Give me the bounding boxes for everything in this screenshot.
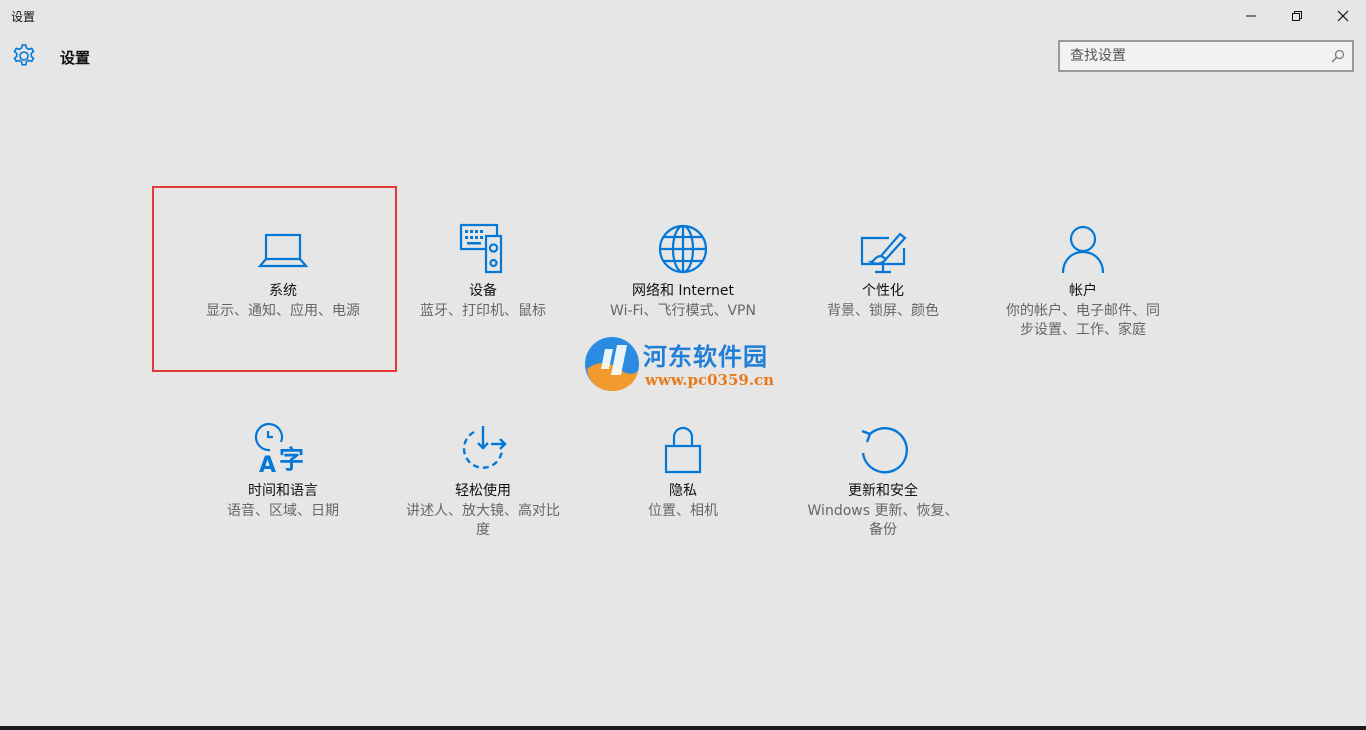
gear-icon [13, 44, 35, 66]
restore-icon [1292, 11, 1302, 21]
minimize-icon [1246, 15, 1256, 17]
tile-network[interactable]: 网络和 Internet Wi-Fi、飞行模式、VPN [583, 222, 783, 321]
devices-icon [459, 223, 503, 274]
search-box[interactable] [1058, 40, 1354, 72]
tile-name: 设备 [469, 283, 497, 299]
time-language-icon: A 字 [254, 422, 304, 478]
tile-personalization[interactable]: 个性化 背景、锁屏、颜色 [783, 222, 983, 321]
close-button[interactable] [1320, 0, 1366, 32]
personalize-icon [860, 232, 907, 274]
close-icon [1337, 10, 1349, 22]
tile-description: 位置、相机 [648, 503, 718, 519]
tile-name: 网络和 Internet [631, 283, 735, 299]
laptop-icon [257, 233, 309, 268]
tile-name: 更新和安全 [848, 483, 918, 499]
tile-description: Windows 更新、恢复、备份 [807, 503, 959, 538]
title-bar: 设置 [0, 0, 1366, 32]
search-input[interactable] [1060, 42, 1330, 70]
minimize-button[interactable] [1228, 0, 1274, 32]
tile-ease-of-access[interactable]: 轻松使用 讲述人、放大镜、高对比度 [383, 422, 583, 540]
watermark-logo-icon [585, 337, 639, 391]
tile-name: 时间和语言 [248, 483, 318, 499]
update-icon [861, 427, 909, 474]
tile-update-security[interactable]: 更新和安全 Windows 更新、恢复、备份 [783, 422, 983, 540]
tile-description: 你的帐户、电子邮件、同步设置、工作、家庭 [1006, 303, 1160, 338]
watermark-brand: 河东软件园 [643, 342, 768, 371]
account-icon [1061, 225, 1105, 274]
tile-accounts[interactable]: 帐户 你的帐户、电子邮件、同步设置、工作、家庭 [983, 222, 1183, 340]
lock-icon [664, 426, 702, 474]
tile-name: 轻松使用 [455, 483, 511, 499]
tile-time-language[interactable]: A 字 时间和语言 语音、区域、日期 [183, 422, 383, 521]
svg-text:字: 字 [279, 445, 304, 474]
tile-name: 个性化 [862, 283, 904, 299]
page-title: 设置 [60, 49, 91, 67]
window-title: 设置 [11, 10, 36, 24]
tile-system[interactable]: 系统 显示、通知、应用、电源 [183, 222, 383, 321]
tile-description: 显示、通知、应用、电源 [206, 303, 360, 319]
tile-description: Wi-Fi、飞行模式、VPN [610, 303, 756, 319]
tile-devices[interactable]: 设备 蓝牙、打印机、鼠标 [383, 222, 583, 321]
tile-description: 语音、区域、日期 [227, 503, 339, 519]
tile-description: 讲述人、放大镜、高对比度 [406, 503, 560, 538]
tile-name: 隐私 [669, 483, 697, 499]
globe-icon [658, 224, 708, 274]
bottom-edge [0, 726, 1366, 730]
tile-name: 系统 [269, 283, 297, 299]
tile-privacy[interactable]: 隐私 位置、相机 [583, 422, 783, 521]
ease-of-access-icon [462, 426, 507, 469]
tile-description: 蓝牙、打印机、鼠标 [420, 303, 546, 319]
watermark-url: www.pc0359.cn [645, 371, 775, 389]
tile-name: 帐户 [1069, 283, 1097, 299]
svg-text:A: A [259, 453, 276, 478]
tile-description: 背景、锁屏、颜色 [827, 303, 939, 319]
search-icon[interactable] [1330, 48, 1346, 64]
watermark: 河东软件园 www.pc0359.cn [583, 335, 803, 395]
restore-button[interactable] [1274, 0, 1320, 32]
